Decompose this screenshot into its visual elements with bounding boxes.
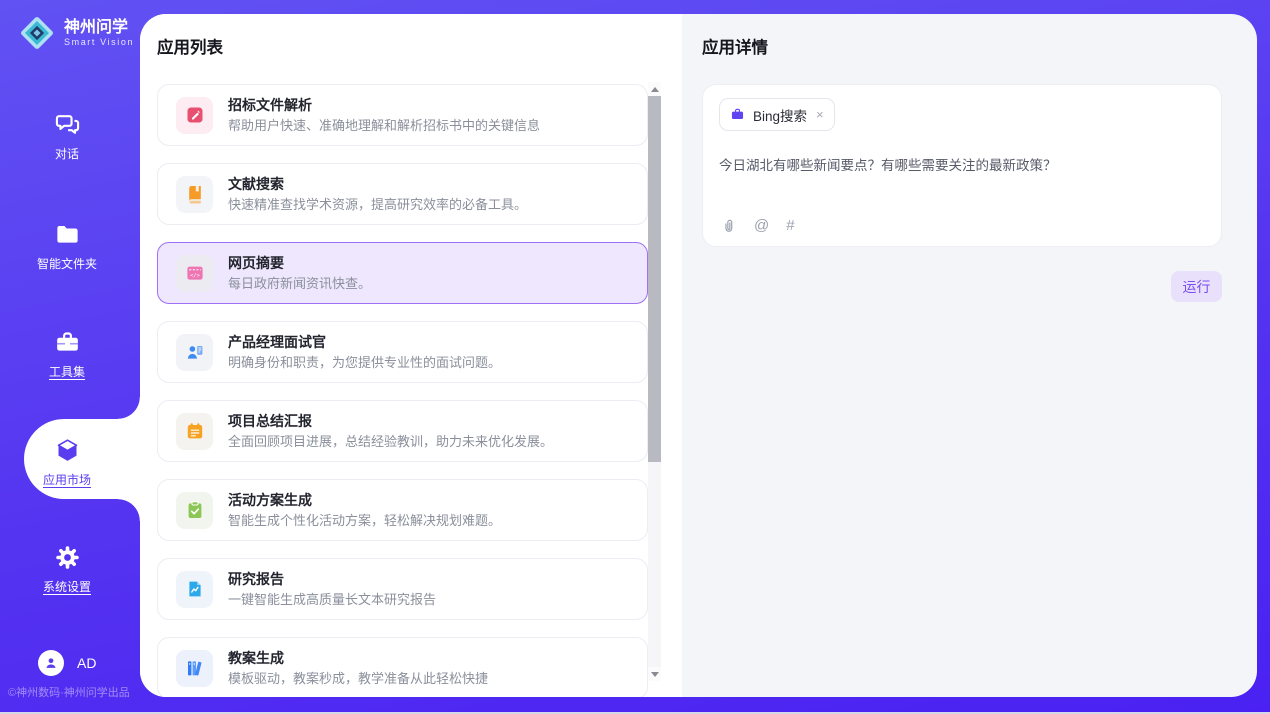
- app-description: 快速精准查找学术资源，提高研究效率的必备工具。: [228, 196, 527, 213]
- app-detail-title: 应用详情: [702, 37, 1257, 59]
- mention-at-icon[interactable]: @: [754, 217, 769, 234]
- app-description: 明确身份和职责，为您提供专业性的面试问题。: [228, 354, 501, 371]
- research-doc-icon: [176, 571, 213, 608]
- briefcase-icon: [730, 107, 745, 122]
- app-name: 网页摘要: [228, 254, 371, 272]
- triangle-down-icon: [651, 672, 659, 677]
- app-card-pm-interviewer[interactable]: 产品经理面试官 明确身份和职责，为您提供专业性的面试问题。: [157, 321, 648, 383]
- doc-edit-icon: [176, 97, 213, 134]
- hashtag-icon[interactable]: #: [786, 217, 794, 234]
- user-account[interactable]: AD: [38, 650, 96, 676]
- list-scrollbar: [648, 82, 661, 681]
- copyright-text: ©神州数码·神州问学出品: [8, 684, 130, 700]
- chat-icon: [54, 111, 81, 138]
- app-list: 招标文件解析 帮助用户快速、准确地理解和解析招标书中的关键信息 文献搜索 快速精…: [157, 84, 648, 697]
- scroll-up-button[interactable]: [648, 82, 661, 96]
- sidebar-item-label: 智能文件夹: [37, 255, 97, 272]
- clipboard-check-icon: [176, 492, 213, 529]
- app-name: 产品经理面试官: [228, 333, 501, 351]
- sidebar: 神州问学 Smart Vision 对话 智能文件夹: [0, 0, 140, 714]
- app-description: 全面回顾项目进展，总结经验教训，助力未来优化发展。: [228, 433, 553, 450]
- calendar-report-icon: [176, 413, 213, 450]
- toolbox-icon: [54, 329, 81, 356]
- app-description: 智能生成个性化活动方案，轻松解决规划难题。: [228, 512, 501, 529]
- app-description: 一键智能生成高质量长文本研究报告: [228, 591, 436, 608]
- app-card-project-summary-report[interactable]: 项目总结汇报 全面回顾项目进展，总结经验教训，助力未来优化发展。: [157, 400, 648, 462]
- main-container: 应用列表 招标文件解析 帮助用户快速、准确地理解和解析招标书中的关键信息: [140, 14, 1257, 697]
- tool-tag-bing-search[interactable]: Bing搜索 ×: [719, 98, 835, 131]
- triangle-up-icon: [651, 87, 659, 92]
- brand-subtitle: Smart Vision: [64, 37, 134, 48]
- tag-close-icon[interactable]: ×: [816, 107, 824, 122]
- app-description: 帮助用户快速、准确地理解和解析招标书中的关键信息: [228, 117, 540, 134]
- sidebar-item-app-market[interactable]: 应用市场: [0, 437, 134, 488]
- app-name: 活动方案生成: [228, 491, 501, 509]
- app-card-event-plan-generation[interactable]: 活动方案生成 智能生成个性化活动方案，轻松解决规划难题。: [157, 479, 648, 541]
- paperclip-icon[interactable]: [720, 217, 737, 234]
- app-card-research-report[interactable]: 研究报告 一键智能生成高质量长文本研究报告: [157, 558, 648, 620]
- prompt-toolbar: @ #: [720, 217, 795, 234]
- person-icon: [43, 655, 59, 671]
- interviewer-icon: [176, 334, 213, 371]
- gear-icon: [54, 544, 81, 571]
- prompt-text[interactable]: 今日湖北有哪些新闻要点？有哪些需要关注的最新政策？: [719, 156, 1205, 175]
- app-description: 模板驱动，教案秒成，教学准备从此轻松快捷: [228, 670, 488, 687]
- sidebar-item-toolset[interactable]: 工具集: [0, 329, 134, 380]
- book-icon: [176, 176, 213, 213]
- browser-code-icon: </>: [176, 255, 213, 292]
- app-detail-panel: 应用详情 Bing搜索 × 今日湖北有哪些新闻要点？有哪些需要关注的最新政策？: [682, 14, 1257, 697]
- scrollbar-thumb[interactable]: [648, 96, 661, 462]
- app-list-panel: 应用列表 招标文件解析 帮助用户快速、准确地理解和解析招标书中的关键信息: [140, 14, 682, 697]
- sidebar-item-label: 对话: [55, 145, 79, 162]
- scrollbar-track[interactable]: [648, 96, 661, 667]
- app-name: 项目总结汇报: [228, 412, 553, 430]
- app-card-lesson-plan-generation[interactable]: 教案生成 模板驱动，教案秒成，教学准备从此轻松快捷: [157, 637, 648, 697]
- app-card-bid-document-parsing[interactable]: 招标文件解析 帮助用户快速、准确地理解和解析招标书中的关键信息: [157, 84, 648, 146]
- brand-name: 神州问学: [64, 19, 134, 37]
- diamond-gem-icon: [16, 12, 58, 54]
- sidebar-item-label: 工具集: [49, 363, 85, 380]
- run-button[interactable]: 运行: [1171, 271, 1222, 302]
- sidebar-item-settings[interactable]: 系统设置: [0, 544, 134, 595]
- brand-logo: 神州问学 Smart Vision: [16, 12, 134, 54]
- books-icon: [176, 650, 213, 687]
- svg-text:</>: </>: [189, 273, 200, 279]
- scroll-down-button[interactable]: [648, 667, 661, 681]
- sidebar-item-label: 系统设置: [43, 578, 91, 595]
- app-name: 文献搜索: [228, 175, 527, 193]
- app-description: 每日政府新闻资讯快查。: [228, 275, 371, 292]
- folder-icon: [54, 221, 81, 248]
- prompt-card: Bing搜索 × 今日湖北有哪些新闻要点？有哪些需要关注的最新政策？ @ #: [702, 84, 1222, 247]
- app-list-title: 应用列表: [157, 37, 682, 59]
- app-card-web-summary[interactable]: </> 网页摘要 每日政府新闻资讯快查。: [157, 242, 648, 304]
- cube-icon: [54, 437, 81, 464]
- sidebar-item-chat[interactable]: 对话: [0, 111, 134, 162]
- user-label: AD: [77, 655, 96, 671]
- app-name: 招标文件解析: [228, 96, 540, 114]
- app-card-literature-search[interactable]: 文献搜索 快速精准查找学术资源，提高研究效率的必备工具。: [157, 163, 648, 225]
- sidebar-item-smart-folders[interactable]: 智能文件夹: [0, 221, 134, 272]
- app-name: 研究报告: [228, 570, 436, 588]
- app-name: 教案生成: [228, 649, 488, 667]
- tool-tag-label: Bing搜索: [753, 105, 807, 125]
- sidebar-item-label: 应用市场: [43, 471, 91, 488]
- avatar: [38, 650, 64, 676]
